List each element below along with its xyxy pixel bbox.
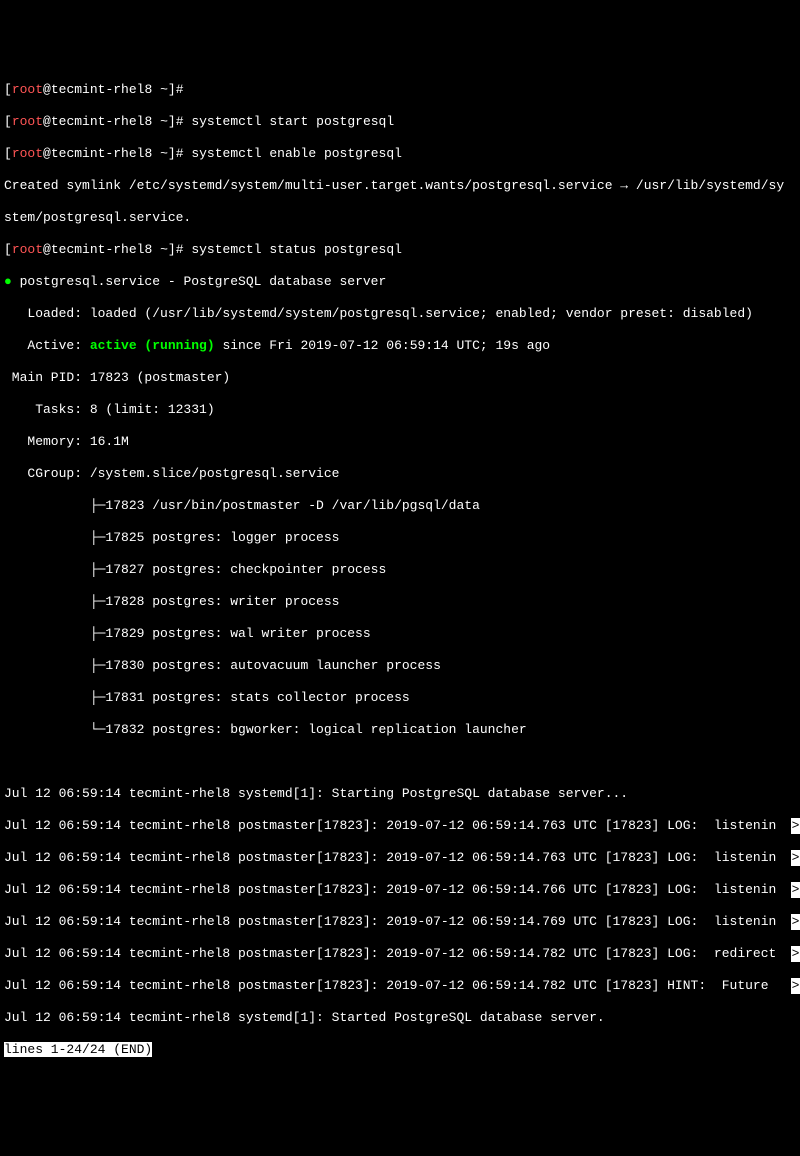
symlink-output-2: stem/postgresql.service. xyxy=(4,210,796,226)
log-line-2: Jul 12 06:59:14 tecmint-rhel8 postmaster… xyxy=(4,818,800,834)
status-cgroup: CGroup: /system.slice/postgresql.service xyxy=(4,466,796,482)
symlink-output-1: Created symlink /etc/systemd/system/mult… xyxy=(4,178,796,194)
process-8: └─17832 postgres: bgworker: logical repl… xyxy=(4,722,796,738)
overflow-arrow-icon: > xyxy=(791,882,800,898)
process-5: ├─17829 postgres: wal writer process xyxy=(4,626,796,642)
prompt-line-1: [root@tecmint-rhel8 ~]# systemctl start … xyxy=(4,114,796,130)
overflow-arrow-icon: > xyxy=(791,850,800,866)
status-dot-icon: ● xyxy=(4,274,12,289)
process-1: ├─17823 /usr/bin/postmaster -D /var/lib/… xyxy=(4,498,796,514)
command-status: systemctl status postgresql xyxy=(191,242,402,257)
prompt-line-3: [root@tecmint-rhel8 ~]# systemctl status… xyxy=(4,242,796,258)
log-line-4: Jul 12 06:59:14 tecmint-rhel8 postmaster… xyxy=(4,882,800,898)
process-3: ├─17827 postgres: checkpointer process xyxy=(4,562,796,578)
prompt-line-0: [root@tecmint-rhel8 ~]# xyxy=(4,82,796,98)
status-active: Active: active (running) since Fri 2019-… xyxy=(4,338,796,354)
process-6: ├─17830 postgres: autovacuum launcher pr… xyxy=(4,658,796,674)
log-line-1: Jul 12 06:59:14 tecmint-rhel8 systemd[1]… xyxy=(4,786,796,802)
status-header: ● postgresql.service - PostgreSQL databa… xyxy=(4,274,796,290)
status-main-pid: Main PID: 17823 (postmaster) xyxy=(4,370,796,386)
pager-line[interactable]: lines 1-24/24 (END) xyxy=(4,1042,796,1058)
overflow-arrow-icon: > xyxy=(791,818,800,834)
command-start: systemctl start postgresql xyxy=(191,114,394,129)
terminal-window[interactable]: [root@tecmint-rhel8 ~]# [root@tecmint-rh… xyxy=(0,64,800,1076)
log-line-3: Jul 12 06:59:14 tecmint-rhel8 postmaster… xyxy=(4,850,800,866)
process-4: ├─17828 postgres: writer process xyxy=(4,594,796,610)
process-2: ├─17825 postgres: logger process xyxy=(4,530,796,546)
status-tasks: Tasks: 8 (limit: 12331) xyxy=(4,402,796,418)
overflow-arrow-icon: > xyxy=(791,914,800,930)
active-running-label: active (running) xyxy=(90,338,215,353)
status-memory: Memory: 16.1M xyxy=(4,434,796,450)
log-line-8: Jul 12 06:59:14 tecmint-rhel8 systemd[1]… xyxy=(4,1010,796,1026)
log-line-7: Jul 12 06:59:14 tecmint-rhel8 postmaster… xyxy=(4,978,800,994)
prompt-line-2: [root@tecmint-rhel8 ~]# systemctl enable… xyxy=(4,146,796,162)
command-enable: systemctl enable postgresql xyxy=(191,146,402,161)
pager-status: lines 1-24/24 (END) xyxy=(4,1042,152,1057)
overflow-arrow-icon: > xyxy=(791,946,800,962)
blank-line xyxy=(4,754,796,770)
overflow-arrow-icon: > xyxy=(791,978,800,994)
log-line-6: Jul 12 06:59:14 tecmint-rhel8 postmaster… xyxy=(4,946,800,962)
log-line-5: Jul 12 06:59:14 tecmint-rhel8 postmaster… xyxy=(4,914,800,930)
process-7: ├─17831 postgres: stats collector proces… xyxy=(4,690,796,706)
status-loaded: Loaded: loaded (/usr/lib/systemd/system/… xyxy=(4,306,796,322)
